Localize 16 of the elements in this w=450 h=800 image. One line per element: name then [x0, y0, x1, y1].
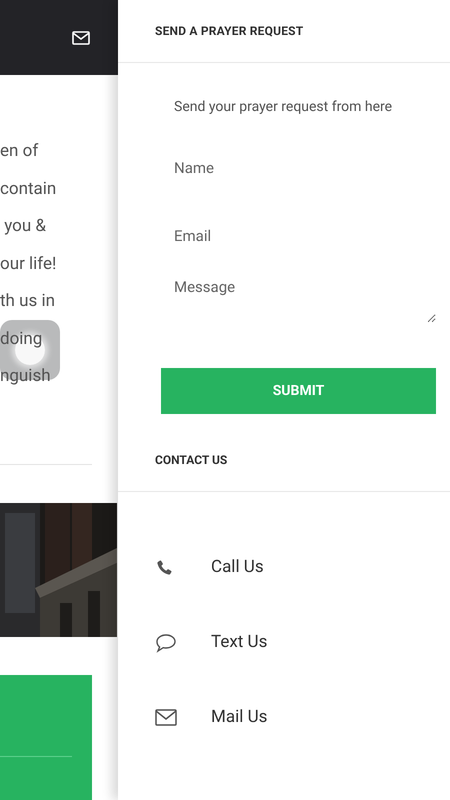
body-text-line: contain: [0, 178, 56, 198]
speech-bubble-icon: [155, 632, 177, 652]
contact-link[interactable]: Text Us: [211, 630, 268, 656]
body-text-line: our life!: [0, 254, 56, 274]
body-text-line: th us in: [0, 291, 56, 311]
phone-icon: [155, 558, 173, 576]
body-text-line: en of: [0, 141, 38, 161]
mail-icon[interactable]: [72, 30, 90, 44]
section-title: CONTACT US: [155, 452, 228, 469]
body-text-line: you &: [3, 216, 46, 236]
intro-text: Send your prayer request from here: [173, 98, 394, 117]
mail-icon: [155, 709, 177, 726]
contact-link[interactable]: Mail Us: [211, 704, 268, 730]
contact-link[interactable]: Call Us: [211, 554, 264, 580]
section-title: SEND A PRAYER REQUEST: [155, 23, 304, 40]
body-text-line: doing: [0, 328, 42, 348]
